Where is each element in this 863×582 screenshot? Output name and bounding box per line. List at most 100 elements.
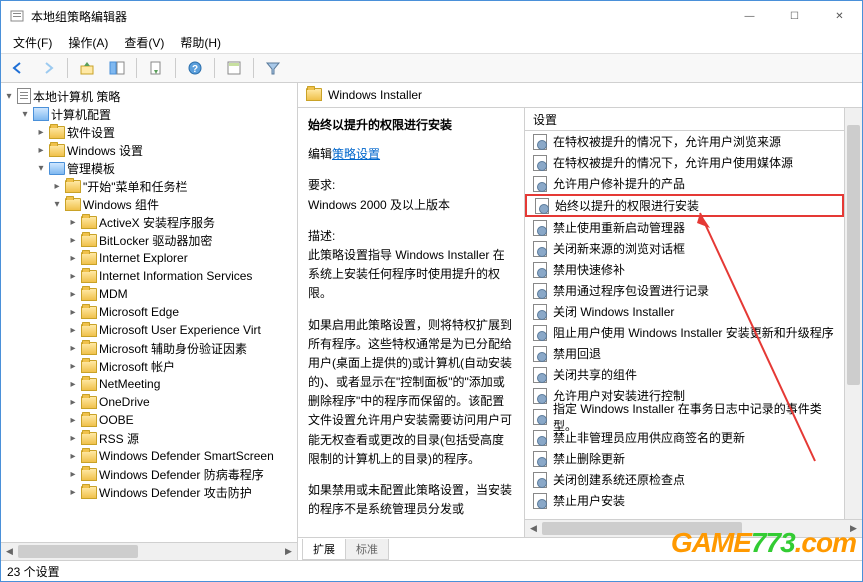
policy-row[interactable]: 阻止用户使用 Windows Installer 安装更新和升级程序: [525, 322, 844, 343]
tree-twisty[interactable]: ▸: [65, 415, 81, 426]
tree-computer-config[interactable]: ▾计算机配置: [1, 105, 297, 123]
tree-twisty[interactable]: ▸: [65, 487, 81, 498]
menu-help[interactable]: 帮助(H): [172, 32, 229, 53]
titlebar: 本地组策略编辑器 — ☐ ✕: [1, 1, 862, 31]
tree-item-2[interactable]: ▸Internet Explorer: [1, 249, 297, 267]
tree-twisty[interactable]: ▸: [65, 379, 81, 390]
maximize-button[interactable]: ☐: [772, 1, 817, 31]
menu-file[interactable]: 文件(F): [5, 32, 60, 53]
tree-item-3[interactable]: ▸Internet Information Services: [1, 267, 297, 285]
tree-twisty[interactable]: ▸: [65, 451, 81, 462]
tree-item-14[interactable]: ▸Windows Defender 防病毒程序: [1, 465, 297, 483]
tree-twisty[interactable]: ▾: [17, 109, 33, 120]
help-button[interactable]: ?: [182, 55, 208, 81]
menu-view[interactable]: 查看(V): [116, 32, 172, 53]
tree-item-13[interactable]: ▸Windows Defender SmartScreen: [1, 447, 297, 465]
policy-row[interactable]: 允许用户修补提升的产品: [525, 173, 844, 194]
policy-row[interactable]: 关闭 Windows Installer: [525, 301, 844, 322]
up-button[interactable]: [74, 55, 100, 81]
policy-label: 禁止用户安装: [553, 492, 625, 509]
minimize-button[interactable]: —: [727, 1, 772, 31]
status-text: 23 个设置: [7, 563, 60, 580]
statusbar: 23 个设置: [1, 560, 862, 581]
tree-item-1[interactable]: ▸BitLocker 驱动器加密: [1, 231, 297, 249]
toolbar: ?: [1, 54, 862, 83]
description-text-3: 如果禁用或未配置此策略设置，当安装的程序不是系统管理员分发或: [308, 481, 514, 519]
folder-icon: [81, 252, 97, 265]
policy-row[interactable]: 禁用通过程序包设置进行记录: [525, 280, 844, 301]
policy-label: 禁用回退: [553, 345, 601, 362]
tree-windows-components[interactable]: ▾Windows 组件: [1, 195, 297, 213]
export-button[interactable]: [143, 55, 169, 81]
menubar: 文件(F) 操作(A) 查看(V) 帮助(H): [1, 31, 862, 54]
tree-item-9[interactable]: ▸NetMeeting: [1, 375, 297, 393]
list-header-settings[interactable]: 设置: [525, 108, 844, 131]
tree-item-11[interactable]: ▸OOBE: [1, 411, 297, 429]
tree-item-0[interactable]: ▸ActiveX 安装程序服务: [1, 213, 297, 231]
policy-row[interactable]: 关闭共享的组件: [525, 364, 844, 385]
folder-icon: [81, 342, 97, 355]
menu-action[interactable]: 操作(A): [60, 32, 116, 53]
policy-row[interactable]: 禁用回退: [525, 343, 844, 364]
tree-twisty[interactable]: ▸: [65, 469, 81, 480]
filter-button[interactable]: [260, 55, 286, 81]
show-hide-tree-button[interactable]: [104, 55, 130, 81]
tab-standard[interactable]: 标准: [345, 539, 389, 560]
policy-row[interactable]: 始终以提升的权限进行安装: [525, 194, 844, 217]
tree-item-7[interactable]: ▸Microsoft 辅助身份验证因素: [1, 339, 297, 357]
tree-item-10[interactable]: ▸OneDrive: [1, 393, 297, 411]
policy-row[interactable]: 禁止删除更新: [525, 448, 844, 469]
policy-row[interactable]: 禁用快速修补: [525, 259, 844, 280]
tree-twisty[interactable]: ▾: [33, 163, 49, 174]
tree-twisty[interactable]: ▸: [65, 325, 81, 336]
tree-twisty[interactable]: ▸: [49, 181, 65, 192]
tree-twisty[interactable]: ▸: [65, 433, 81, 444]
tree-item-12[interactable]: ▸RSS 源: [1, 429, 297, 447]
back-button[interactable]: [5, 55, 31, 81]
tree-twisty[interactable]: ▸: [65, 343, 81, 354]
tree-twisty[interactable]: ▸: [65, 217, 81, 228]
tree-twisty[interactable]: ▸: [65, 397, 81, 408]
list-hscroll[interactable]: ◀▶: [525, 519, 862, 537]
policy-row[interactable]: 关闭新来源的浏览对话框: [525, 238, 844, 259]
policy-icon: [531, 346, 547, 362]
tree-twisty[interactable]: ▸: [65, 307, 81, 318]
tree-item-5[interactable]: ▸Microsoft Edge: [1, 303, 297, 321]
tree-twisty[interactable]: ▸: [33, 127, 49, 138]
tree-start-taskbar[interactable]: ▸"开始"菜单和任务栏: [1, 177, 297, 195]
policy-row[interactable]: 关闭创建系统还原检查点: [525, 469, 844, 490]
tree-software-settings[interactable]: ▸软件设置: [1, 123, 297, 141]
tree-item-15[interactable]: ▸Windows Defender 攻击防护: [1, 483, 297, 501]
tab-extended[interactable]: 扩展: [302, 539, 346, 560]
description-text-2: 如果启用此策略设置，则将特权扩展到所有程序。这些特权通常是为已分配给用户(桌面上…: [308, 316, 514, 470]
tree-twisty[interactable]: ▸: [65, 253, 81, 264]
tree-twisty[interactable]: ▸: [65, 235, 81, 246]
policy-icon: [531, 451, 547, 467]
policy-row[interactable]: 在特权被提升的情况下，允许用户浏览来源: [525, 131, 844, 152]
edit-policy-link[interactable]: 策略设置: [332, 147, 380, 161]
list-vscroll[interactable]: [844, 108, 862, 519]
tree-twisty[interactable]: ▸: [65, 271, 81, 282]
policy-row[interactable]: 禁止用户安装: [525, 490, 844, 511]
forward-button[interactable]: [35, 55, 61, 81]
tree-item-6[interactable]: ▸Microsoft User Experience Virt: [1, 321, 297, 339]
tree-twisty[interactable]: ▾: [1, 91, 17, 102]
tree-twisty[interactable]: ▸: [33, 145, 49, 156]
tree-hscroll[interactable]: ◀▶: [1, 542, 297, 560]
tree-twisty[interactable]: ▸: [65, 289, 81, 300]
tree-windows-settings[interactable]: ▸Windows 设置: [1, 141, 297, 159]
tree-admin-templates[interactable]: ▾管理模板: [1, 159, 297, 177]
tree-twisty[interactable]: ▾: [49, 199, 65, 210]
tree-twisty[interactable]: ▸: [65, 361, 81, 372]
policy-row[interactable]: 指定 Windows Installer 在事务日志中记录的事件类型。: [525, 406, 844, 427]
tree-root[interactable]: ▾本地计算机 策略: [1, 87, 297, 105]
properties-button[interactable]: [221, 55, 247, 81]
close-button[interactable]: ✕: [817, 1, 862, 31]
policy-row[interactable]: 在特权被提升的情况下，允许用户使用媒体源: [525, 152, 844, 173]
policy-row[interactable]: 禁止使用重新启动管理器: [525, 217, 844, 238]
tree-item-8[interactable]: ▸Microsoft 帐户: [1, 357, 297, 375]
tree-item-4[interactable]: ▸MDM: [1, 285, 297, 303]
document-icon: [17, 88, 31, 104]
policy-list[interactable]: 在特权被提升的情况下，允许用户浏览来源在特权被提升的情况下，允许用户使用媒体源允…: [525, 131, 844, 519]
policy-tree[interactable]: ▾本地计算机 策略▾计算机配置▸软件设置▸Windows 设置▾管理模板▸"开始…: [1, 83, 297, 542]
